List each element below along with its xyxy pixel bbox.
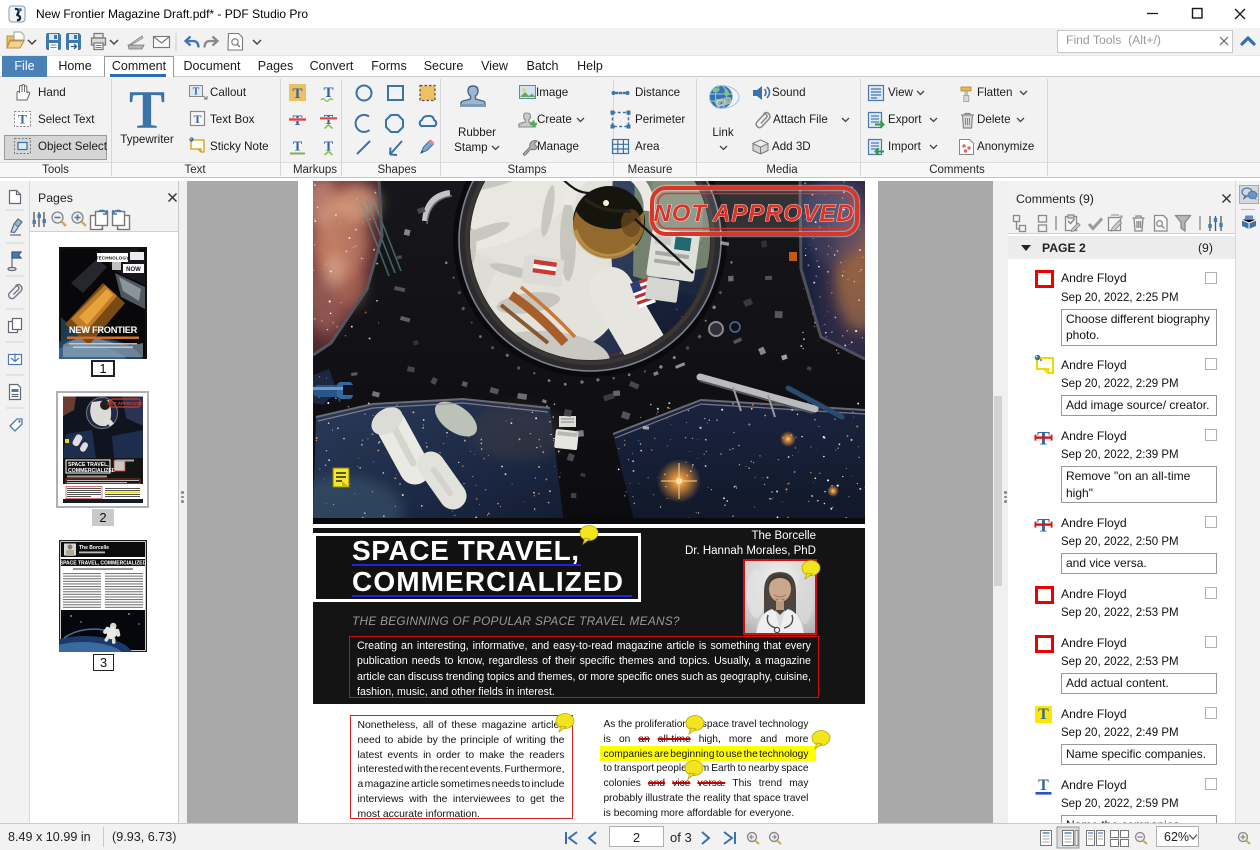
- svg-text:COMMERCIALIZED: COMMERCIALIZED: [68, 468, 116, 474]
- svg-text:T: T: [1038, 777, 1049, 794]
- svg-text:NOW: NOW: [126, 267, 141, 273]
- svg-text:TECHNOLOGY: TECHNOLOGY: [96, 256, 129, 261]
- svg-text:T: T: [293, 140, 303, 155]
- svg-text:T: T: [193, 112, 201, 126]
- svg-text:The Borcelle: The Borcelle: [79, 545, 109, 551]
- svg-text:T: T: [18, 112, 27, 127]
- svg-text:NOT APPROVED: NOT APPROVED: [107, 401, 144, 406]
- svg-text:SPACE TRAVEL, COMMERCIALIZED: SPACE TRAVEL, COMMERCIALIZED: [60, 561, 147, 567]
- svg-text:NEW FRONTIER: NEW FRONTIER: [69, 325, 138, 335]
- svg-text:T: T: [292, 86, 302, 102]
- svg-text:T: T: [193, 87, 200, 98]
- svg-text:NOT APPROVED: NOT APPROVED: [654, 200, 855, 227]
